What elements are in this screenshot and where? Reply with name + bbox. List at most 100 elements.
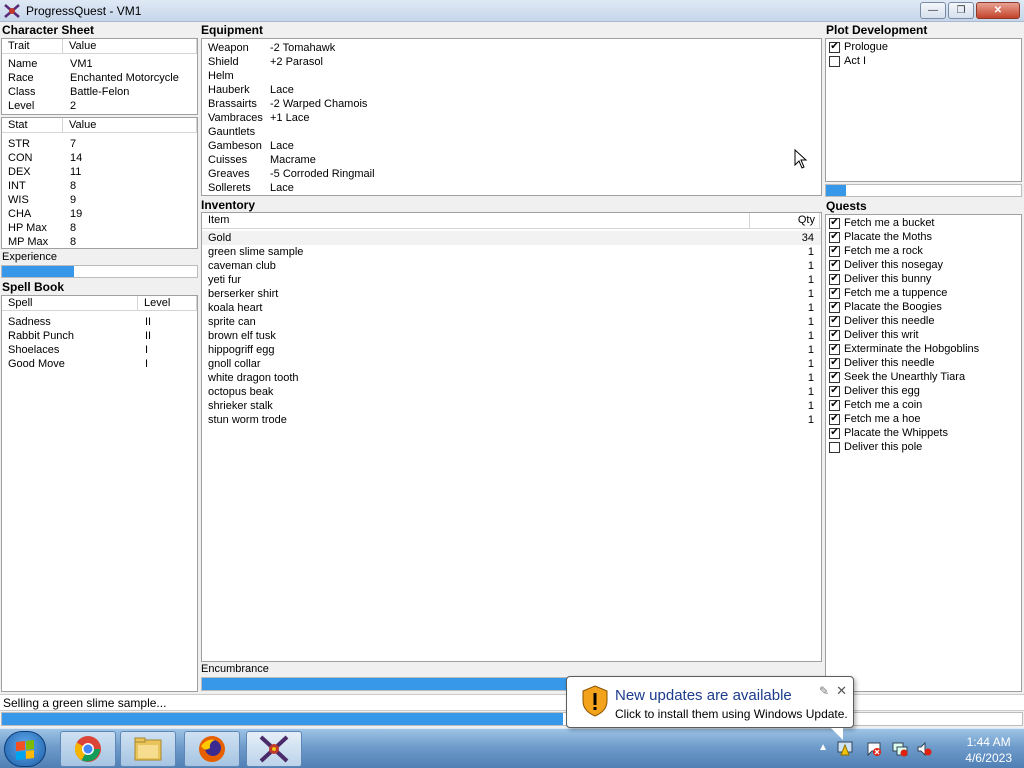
- inventory-row[interactable]: stun worm trode 1: [202, 413, 821, 427]
- checkbox[interactable]: ✔: [829, 413, 840, 425]
- checkbox[interactable]: ✔: [829, 41, 840, 53]
- item-header[interactable]: Item: [202, 213, 750, 228]
- inventory-row[interactable]: yeti fur 1: [202, 273, 821, 287]
- quest-item[interactable]: ✔ Exterminate the Hobgoblins: [826, 342, 1021, 356]
- trait-header[interactable]: Trait: [2, 39, 63, 53]
- inventory-row[interactable]: berserker shirt 1: [202, 287, 821, 301]
- level-header[interactable]: Level: [138, 296, 197, 310]
- quest-item[interactable]: ✔ Fetch me a hoe: [826, 412, 1021, 426]
- quest-item[interactable]: ✔ Deliver this bunny: [826, 272, 1021, 286]
- notification-close-button[interactable]: ✕: [836, 683, 847, 699]
- chrome-taskbar-button[interactable]: [60, 731, 116, 767]
- quest-item[interactable]: ✔ Deliver this needle: [826, 356, 1021, 370]
- action-center-icon[interactable]: [866, 741, 882, 757]
- inventory-row[interactable]: octopus beak 1: [202, 385, 821, 399]
- maximize-button[interactable]: ❐: [948, 2, 974, 19]
- spell-header[interactable]: Spell: [2, 296, 138, 310]
- start-button[interactable]: [4, 731, 46, 767]
- equipment-row[interactable]: Gauntlets: [202, 125, 821, 139]
- quest-item[interactable]: ✔ Placate the Boogies: [826, 300, 1021, 314]
- inventory-row[interactable]: koala heart 1: [202, 301, 821, 315]
- explorer-taskbar-button[interactable]: [120, 731, 176, 767]
- notification-options-icon[interactable]: ✎: [819, 684, 829, 698]
- inventory-row[interactable]: shrieker stalk 1: [202, 399, 821, 413]
- plot-list[interactable]: ✔ Prologue Act I: [825, 38, 1022, 182]
- update-notification[interactable]: New updates are available Click to insta…: [566, 676, 854, 740]
- inventory-row[interactable]: caveman club 1: [202, 259, 821, 273]
- equipment-row[interactable]: Greaves -5 Corroded Ringmail: [202, 167, 821, 181]
- qty-header[interactable]: Qty: [750, 213, 820, 228]
- volume-muted-icon[interactable]: [916, 741, 932, 757]
- inventory-row[interactable]: green slime sample 1: [202, 245, 821, 259]
- checkbox[interactable]: ✔: [829, 329, 840, 341]
- stat-row[interactable]: CHA 19: [2, 207, 197, 221]
- equipment-row[interactable]: Cuisses Macrame: [202, 153, 821, 167]
- trait-row[interactable]: Level 2: [2, 99, 197, 113]
- plot-act[interactable]: Act I: [826, 54, 1021, 68]
- stat-header[interactable]: Stat: [2, 118, 63, 132]
- spell-row[interactable]: Sadness II: [2, 315, 197, 329]
- close-button[interactable]: ✕: [976, 2, 1020, 19]
- checkbox[interactable]: ✔: [829, 371, 840, 383]
- equipment-row[interactable]: Sollerets Lace: [202, 181, 821, 195]
- quest-item[interactable]: ✔ Deliver this writ: [826, 328, 1021, 342]
- checkbox[interactable]: ✔: [829, 217, 840, 229]
- quest-item[interactable]: ✔ Fetch me a coin: [826, 398, 1021, 412]
- checkbox[interactable]: ✔: [829, 301, 840, 313]
- trait-row[interactable]: Race Enchanted Motorcycle: [2, 71, 197, 85]
- equipment-row[interactable]: Brassairts -2 Warped Chamois: [202, 97, 821, 111]
- stat-row[interactable]: HP Max 8: [2, 221, 197, 235]
- quest-list[interactable]: ✔ Fetch me a bucket ✔ Placate the Moths ✔ Fet…: [825, 214, 1022, 692]
- inventory-row[interactable]: white dragon tooth 1: [202, 371, 821, 385]
- quest-item[interactable]: ✔ Fetch me a rock: [826, 244, 1021, 258]
- equipment-list[interactable]: Weapon -2 Tomahawk Shield +2 Parasol Helm Hau…: [201, 38, 822, 196]
- clock[interactable]: 1:44 AM 4/6/2023: [965, 734, 1012, 766]
- quest-item[interactable]: Deliver this pole: [826, 440, 1021, 454]
- checkbox[interactable]: [829, 55, 840, 67]
- plot-act[interactable]: ✔ Prologue: [826, 40, 1021, 54]
- checkbox[interactable]: ✔: [829, 315, 840, 327]
- quest-item[interactable]: ✔ Deliver this nosegay: [826, 258, 1021, 272]
- stat-row[interactable]: MP Max 8: [2, 235, 197, 249]
- checkbox[interactable]: ✔: [829, 399, 840, 411]
- stat-row[interactable]: DEX 11: [2, 165, 197, 179]
- checkbox[interactable]: ✔: [829, 343, 840, 355]
- stats-table[interactable]: Stat Value STR 7 CON 14 DEX 11 INT 8 WIS 9 CHA 19 HP…: [1, 117, 198, 249]
- quest-item[interactable]: ✔ Deliver this egg: [826, 384, 1021, 398]
- trait-row[interactable]: Class Battle-Felon: [2, 85, 197, 99]
- stat-value-header[interactable]: Value: [63, 118, 197, 132]
- firefox-taskbar-button[interactable]: [184, 731, 240, 767]
- inventory-row[interactable]: brown elf tusk 1: [202, 329, 821, 343]
- quest-item[interactable]: ✔ Seek the Unearthly Tiara: [826, 370, 1021, 384]
- trait-row[interactable]: Name VM1: [2, 57, 197, 71]
- spell-row[interactable]: Shoelaces I: [2, 343, 197, 357]
- network-icon[interactable]: [892, 741, 908, 757]
- spell-row[interactable]: Good Move I: [2, 357, 197, 371]
- equipment-row[interactable]: Helm: [202, 69, 821, 83]
- progressquest-taskbar-button[interactable]: [246, 731, 302, 767]
- quest-item[interactable]: ✔ Deliver this needle: [826, 314, 1021, 328]
- checkbox[interactable]: ✔: [829, 259, 840, 271]
- checkbox[interactable]: ✔: [829, 287, 840, 299]
- quest-item[interactable]: ✔ Fetch me a tuppence: [826, 286, 1021, 300]
- equipment-row[interactable]: Hauberk Lace: [202, 83, 821, 97]
- quest-item[interactable]: ✔ Placate the Whippets: [826, 426, 1021, 440]
- spells-table[interactable]: Spell Level Sadness II Rabbit Punch II Shoel…: [1, 295, 198, 692]
- equipment-row[interactable]: Gambeson Lace: [202, 139, 821, 153]
- checkbox[interactable]: ✔: [829, 357, 840, 369]
- value-header[interactable]: Value: [63, 39, 197, 53]
- stat-row[interactable]: CON 14: [2, 151, 197, 165]
- quest-item[interactable]: ✔ Fetch me a bucket: [826, 216, 1021, 230]
- show-hidden-icons-icon[interactable]: ▲: [818, 742, 828, 753]
- stat-row[interactable]: INT 8: [2, 179, 197, 193]
- checkbox[interactable]: ✔: [829, 273, 840, 285]
- inventory-row[interactable]: hippogriff egg 1: [202, 343, 821, 357]
- checkbox[interactable]: ✔: [829, 427, 840, 439]
- equipment-row[interactable]: Vambraces +1 Lace: [202, 111, 821, 125]
- spell-row[interactable]: Rabbit Punch II: [2, 329, 197, 343]
- checkbox[interactable]: ✔: [829, 245, 840, 257]
- checkbox[interactable]: ✔: [829, 385, 840, 397]
- inventory-table[interactable]: Item Qty Gold 34 green slime sample 1 cavema…: [201, 212, 822, 662]
- windows-update-tray-icon[interactable]: [836, 739, 854, 757]
- traits-table[interactable]: Trait Value Name VM1 Race Enchanted Motorcy…: [1, 38, 198, 115]
